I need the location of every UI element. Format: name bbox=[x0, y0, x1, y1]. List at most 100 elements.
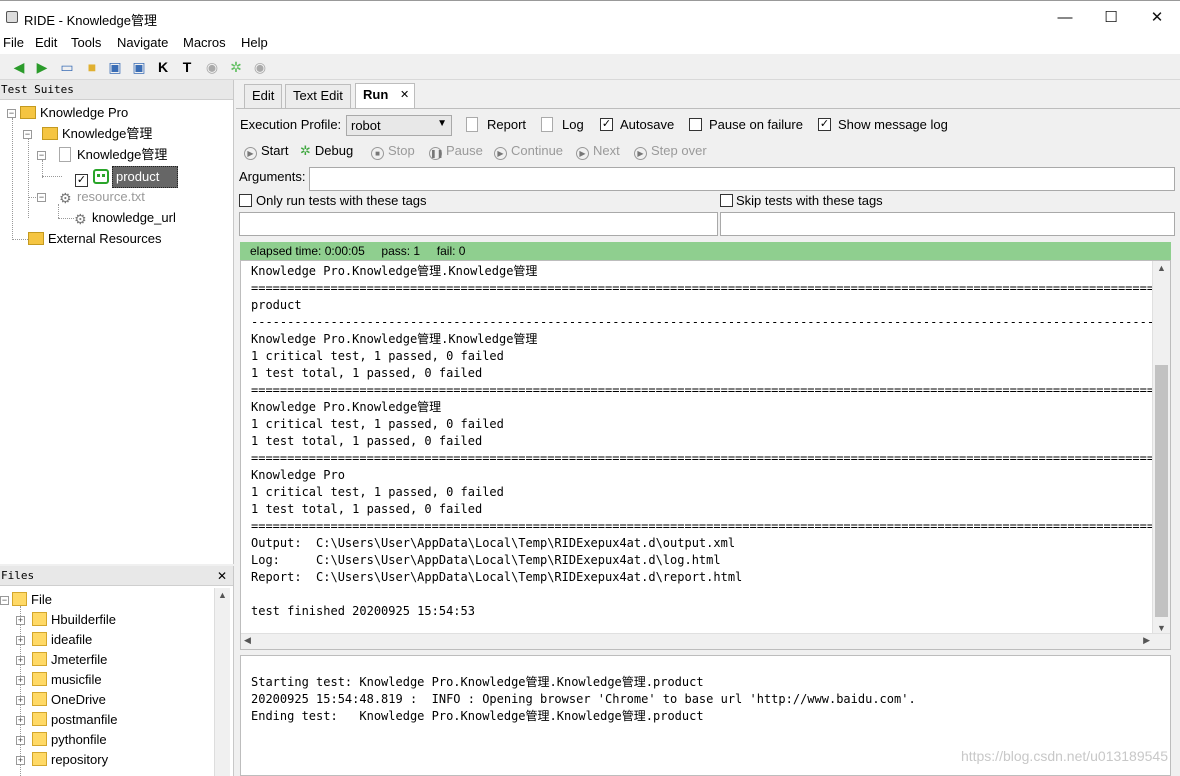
execution-profile-select[interactable]: robot ▼ bbox=[346, 115, 452, 136]
files-item[interactable]: Jmeterfile bbox=[32, 650, 107, 670]
message-log-line: Ending test: Knowledge Pro.Knowledge管理.K… bbox=[251, 709, 704, 723]
debug-icon[interactable]: ✲ bbox=[227, 58, 245, 76]
scroll-up-icon[interactable]: ▲ bbox=[1157, 263, 1166, 273]
exclude-tags-input[interactable] bbox=[720, 212, 1175, 236]
pause-on-failure-checkbox[interactable] bbox=[689, 118, 702, 131]
stop-button[interactable]: ■ Stop bbox=[371, 143, 415, 160]
close-files-icon[interactable]: ✕ bbox=[217, 566, 227, 586]
pause-button[interactable]: ❚❚ Pause bbox=[429, 143, 483, 160]
minimize-button[interactable]: — bbox=[1050, 7, 1080, 29]
console-line: Output: C:\Users\User\AppData\Local\Temp… bbox=[251, 536, 736, 550]
folder-icon bbox=[32, 672, 47, 686]
console-line: ========================================… bbox=[251, 519, 1170, 533]
open-folder-icon[interactable]: ▭ bbox=[58, 58, 76, 76]
tree-item-external-resources[interactable]: External Resources bbox=[28, 229, 161, 249]
arguments-input[interactable] bbox=[309, 167, 1175, 191]
log-link[interactable]: Log bbox=[562, 117, 584, 132]
tree-item-product[interactable]: ✓ product bbox=[75, 166, 178, 188]
files-scrollbar[interactable]: ▲ bbox=[214, 588, 230, 776]
autosave-checkbox[interactable]: ✓ bbox=[600, 118, 613, 131]
log-icon bbox=[541, 117, 553, 132]
expand-toggle[interactable]: − bbox=[0, 596, 9, 605]
forward-arrow-icon[interactable]: ▶ bbox=[33, 58, 51, 76]
expand-toggle[interactable]: + bbox=[16, 676, 25, 685]
files-item[interactable]: Hbuilderfile bbox=[32, 610, 116, 630]
title-bar: RIDE - Knowledge管理 — ☐ ✕ bbox=[0, 0, 1180, 34]
console-horizontal-scrollbar[interactable]: ◀ ▶ bbox=[241, 633, 1170, 649]
expand-toggle[interactable]: − bbox=[23, 130, 32, 139]
scroll-left-icon[interactable]: ◀ bbox=[244, 635, 251, 646]
back-arrow-icon[interactable]: ◀ bbox=[10, 58, 28, 76]
folder-icon bbox=[32, 612, 47, 626]
expand-toggle[interactable]: + bbox=[16, 736, 25, 745]
expand-toggle[interactable]: − bbox=[7, 109, 16, 118]
test-select-checkbox[interactable]: ✓ bbox=[75, 174, 88, 187]
stop-circle-icon: ■ bbox=[371, 147, 384, 160]
show-message-log-checkbox[interactable]: ✓ bbox=[818, 118, 831, 131]
files-item[interactable]: repository bbox=[32, 750, 108, 770]
debug-bug-icon: ✲ bbox=[300, 143, 311, 158]
message-log-text: Starting test: Knowledge Pro.Knowledge管理… bbox=[251, 674, 916, 725]
start-button[interactable]: ▶ Start bbox=[244, 143, 288, 160]
test-search-icon[interactable]: T bbox=[178, 58, 196, 76]
expand-toggle[interactable]: + bbox=[16, 616, 25, 625]
test-suites-header: Test Suites bbox=[0, 80, 233, 100]
expand-toggle[interactable]: + bbox=[16, 756, 25, 765]
files-item[interactable]: pythonfile bbox=[32, 730, 107, 750]
scroll-down-icon[interactable]: ▼ bbox=[1157, 623, 1166, 633]
continue-icon: ▶ bbox=[494, 147, 507, 160]
menu-macros[interactable]: Macros bbox=[183, 35, 226, 50]
tree-item-knowledge-url[interactable]: ⚙ knowledge_url bbox=[74, 208, 176, 228]
continue-button[interactable]: ▶ Continue bbox=[494, 143, 563, 160]
save-icon[interactable]: ▣ bbox=[106, 58, 124, 76]
files-item[interactable]: ideafile bbox=[32, 630, 92, 650]
scroll-thumb[interactable] bbox=[1155, 365, 1168, 617]
expand-toggle[interactable]: + bbox=[16, 656, 25, 665]
expand-toggle[interactable]: − bbox=[37, 193, 46, 202]
files-item[interactable]: postmanfile bbox=[32, 710, 117, 730]
tree-item-knowledge-suite[interactable]: Knowledge管理 bbox=[42, 124, 152, 144]
stop-icon[interactable]: ◉ bbox=[251, 58, 269, 76]
expand-toggle[interactable]: + bbox=[16, 716, 25, 725]
debug-button[interactable]: ✲ Debug bbox=[300, 143, 353, 159]
tree-item-knowledge-pro[interactable]: Knowledge Pro bbox=[20, 103, 128, 123]
menu-navigate[interactable]: Navigate bbox=[117, 35, 168, 50]
menu-tools[interactable]: Tools bbox=[71, 35, 101, 50]
scroll-right-icon[interactable]: ▶ bbox=[1143, 635, 1150, 646]
maximize-button[interactable]: ☐ bbox=[1096, 7, 1126, 29]
scroll-up-icon[interactable]: ▲ bbox=[218, 590, 227, 600]
expand-toggle[interactable]: + bbox=[16, 636, 25, 645]
expand-toggle[interactable]: − bbox=[37, 151, 46, 160]
test-suites-panel: Test Suites − Knowledge Pro − Knowledge管… bbox=[0, 80, 234, 564]
run-icon[interactable]: ◉ bbox=[203, 58, 221, 76]
next-button[interactable]: ▶ Next bbox=[576, 143, 620, 160]
save-all-icon[interactable]: ▣ bbox=[130, 58, 148, 76]
console-line: test finished 20200925 15:54:53 bbox=[251, 604, 475, 618]
close-button[interactable]: ✕ bbox=[1142, 7, 1172, 29]
message-log-line: 20200925 15:54:48.819 : INFO : Opening b… bbox=[251, 692, 916, 706]
only-run-tags-checkbox[interactable] bbox=[239, 194, 252, 207]
console-vertical-scrollbar[interactable]: ▲ ▼ bbox=[1152, 261, 1170, 635]
files-header: Files ✕ bbox=[0, 566, 233, 586]
tree-item-knowledge-file[interactable]: Knowledge管理 bbox=[59, 145, 167, 165]
new-file-icon[interactable]: ■ bbox=[83, 58, 101, 76]
tree-item-resource[interactable]: ⚙ resource.txt bbox=[59, 187, 145, 207]
files-root[interactable]: File bbox=[12, 590, 52, 610]
menu-edit[interactable]: Edit bbox=[35, 35, 57, 50]
report-link[interactable]: Report bbox=[487, 117, 526, 132]
include-tags-input[interactable] bbox=[239, 212, 718, 236]
expand-toggle[interactable]: + bbox=[16, 696, 25, 705]
files-item[interactable]: musicfile bbox=[32, 670, 102, 690]
tab-run[interactable]: Run ✕ bbox=[355, 83, 415, 109]
skip-tags-checkbox[interactable] bbox=[720, 194, 733, 207]
step-over-button[interactable]: ▶ Step over bbox=[634, 143, 707, 160]
tab-text-edit[interactable]: Text Edit bbox=[285, 84, 351, 108]
close-tab-icon[interactable]: ✕ bbox=[400, 84, 409, 106]
menu-file[interactable]: File bbox=[3, 35, 24, 50]
menu-help[interactable]: Help bbox=[241, 35, 268, 50]
tab-edit[interactable]: Edit bbox=[244, 84, 283, 108]
files-item[interactable]: OneDrive bbox=[32, 690, 106, 710]
keyword-search-icon[interactable]: K bbox=[154, 58, 172, 76]
console-line: Knowledge Pro.Knowledge管理.Knowledge管理 bbox=[251, 332, 538, 346]
app-icon bbox=[6, 11, 18, 23]
